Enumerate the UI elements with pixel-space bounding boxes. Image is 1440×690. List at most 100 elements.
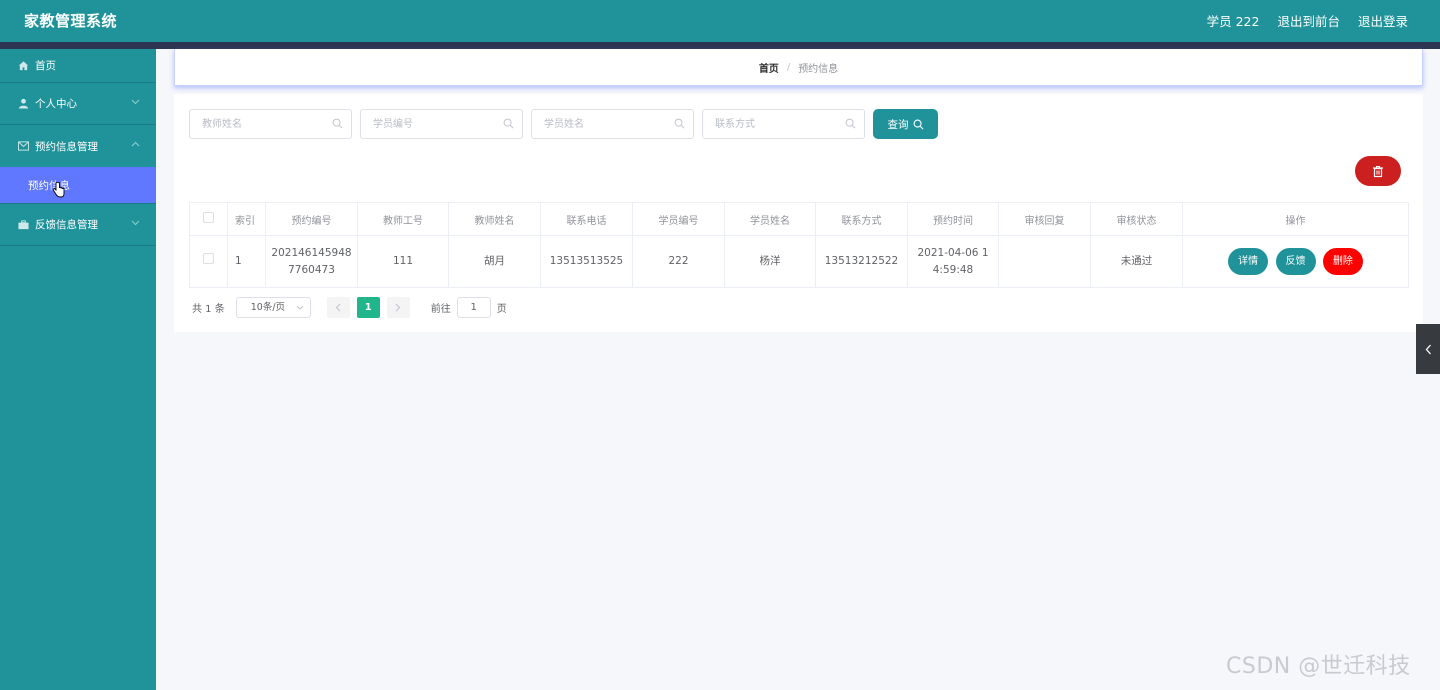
contact-search — [702, 109, 865, 139]
cell-phone: 13513513525 — [540, 235, 633, 288]
user-icon — [18, 98, 29, 109]
page-number-active[interactable]: 1 — [356, 297, 380, 318]
column-header: 审核状态 — [1090, 202, 1183, 236]
feedback-button[interactable]: 反馈 — [1275, 248, 1316, 275]
detail-button[interactable]: 详情 — [1228, 248, 1269, 275]
main-panel: 查询 索引 预约编号 教师工号 教师姓名 联系电话 学员编 — [174, 94, 1423, 332]
column-header: 教师工号 — [357, 202, 449, 236]
cell-teacher-name: 胡月 — [448, 235, 541, 288]
side-collapse-tab[interactable] — [1416, 324, 1440, 374]
student-name-search — [531, 109, 694, 139]
teacher-name-search — [189, 109, 352, 139]
search-icon — [503, 118, 514, 129]
student-id-input[interactable] — [361, 110, 522, 138]
breadcrumb: 首页 / 预约信息 — [174, 49, 1423, 86]
chevron-down-icon — [131, 219, 140, 229]
app-title: 家教管理系统 — [24, 12, 118, 30]
total-count: 共 1 条 — [192, 304, 225, 315]
cell-teacher-id: 111 — [357, 235, 449, 288]
teacher-name-input[interactable] — [190, 110, 351, 138]
trash-icon — [1373, 165, 1383, 177]
booking-no-line1: 202146145948 — [271, 246, 352, 259]
search-icon — [332, 118, 343, 129]
cell-student-name: 杨洋 — [724, 235, 816, 288]
sidebar-item-label: 反馈信息管理 — [35, 219, 98, 231]
row-checkbox[interactable] — [203, 253, 214, 264]
sidebar-subitem-booking-info[interactable]: 预约信息 — [0, 167, 156, 204]
pagination: 共 1 条 10条/页 1 前往 页 — [192, 297, 507, 318]
sidebar-item-personal-center[interactable]: 个人中心 — [0, 83, 156, 125]
query-button-label: 查询 — [887, 118, 909, 131]
booking-table: 索引 预约编号 教师工号 教师姓名 联系电话 学员编号 学员姓名 联系方式 预约… — [189, 202, 1409, 288]
goto-suffix: 页 — [496, 304, 507, 315]
column-header: 索引 — [227, 202, 266, 236]
user-label: 学员 222 — [1206, 14, 1260, 29]
mail-icon — [18, 141, 29, 152]
sidebar-item-label: 首页 — [35, 60, 56, 72]
select-all-cell — [189, 202, 228, 236]
table-row: 1 202146145948 7760473 111 胡月 1351351352… — [189, 235, 1409, 288]
top-header: 家教管理系统 学员 222 退出到前台 退出登录 — [0, 0, 1440, 42]
cell-index: 1 — [227, 235, 266, 288]
chevron-left-icon — [1425, 344, 1431, 354]
row-select-cell — [189, 235, 228, 288]
hand-cursor-icon — [52, 181, 65, 202]
column-header: 审核回复 — [998, 202, 1091, 236]
table-header-row: 索引 预约编号 教师工号 教师姓名 联系电话 学员编号 学员姓名 联系方式 预约… — [189, 202, 1409, 236]
watermark: CSDN @世迁科技 — [1226, 654, 1411, 679]
cell-booking-no: 202146145948 7760473 — [265, 235, 358, 288]
briefcase-icon — [18, 219, 29, 230]
student-name-input[interactable] — [532, 110, 693, 138]
chevron-down-icon — [296, 298, 304, 324]
column-header: 操作 — [1182, 202, 1409, 236]
booking-no-line2: 7760473 — [288, 263, 335, 276]
contact-input[interactable] — [703, 110, 864, 138]
chevron-down-icon — [131, 98, 140, 108]
chevron-left-icon — [335, 303, 341, 312]
logout-link[interactable]: 退出登录 — [1358, 11, 1408, 30]
breadcrumb-home[interactable]: 首页 — [759, 60, 779, 75]
column-header: 学员编号 — [632, 202, 725, 236]
chevron-right-icon — [395, 303, 401, 312]
delete-button[interactable]: 删除 — [1322, 248, 1363, 275]
search-bar: 查询 — [189, 109, 938, 139]
home-icon — [18, 60, 29, 71]
breadcrumb-separator: / — [786, 61, 791, 73]
back-to-front-link[interactable]: 退出到前台 — [1277, 11, 1340, 30]
batch-delete-button[interactable] — [1355, 156, 1401, 186]
header-links: 学员 222 退出到前台 退出登录 — [1207, 11, 1408, 30]
booking-time-line1: 2021-04-06 1 — [917, 246, 989, 259]
cell-booking-time: 2021-04-06 1 4:59:48 — [907, 235, 999, 288]
sidebar-item-home[interactable]: 首页 — [0, 49, 156, 83]
cell-student-id: 222 — [632, 235, 725, 288]
page-size-value: 10条/页 — [250, 302, 286, 313]
student-id-search — [360, 109, 523, 139]
breadcrumb-current: 预约信息 — [798, 63, 839, 75]
sidebar-item-label: 个人中心 — [35, 98, 77, 110]
next-page-button[interactable] — [386, 297, 410, 318]
column-header: 学员姓名 — [724, 202, 816, 236]
cell-contact: 13513212522 — [815, 235, 908, 288]
chevron-up-icon — [131, 140, 140, 150]
booking-time-line2: 4:59:48 — [932, 263, 974, 276]
select-all-checkbox[interactable] — [203, 212, 214, 223]
search-icon — [913, 119, 923, 129]
query-button[interactable]: 查询 — [873, 109, 938, 139]
column-header: 预约编号 — [265, 202, 358, 236]
cell-review-status: 未通过 — [1090, 235, 1183, 288]
sidebar: 首页 个人中心 预约信息管理 预约信息 反馈信息管理 — [0, 49, 156, 690]
prev-page-button[interactable] — [326, 297, 350, 318]
cell-review-reply — [998, 235, 1091, 288]
page-size-select[interactable]: 10条/页 — [235, 297, 311, 318]
column-header: 预约时间 — [907, 202, 999, 236]
search-icon — [674, 118, 685, 129]
goto-page-input[interactable] — [456, 297, 491, 318]
goto-label: 前往 — [430, 304, 451, 315]
cell-actions: 详情 反馈 删除 — [1182, 235, 1409, 288]
sidebar-item-booking-management[interactable]: 预约信息管理 — [0, 125, 156, 167]
sidebar-item-feedback-management[interactable]: 反馈信息管理 — [0, 204, 156, 246]
column-header: 联系电话 — [540, 202, 633, 236]
sidebar-item-label: 预约信息管理 — [35, 140, 98, 153]
column-header: 教师姓名 — [448, 202, 541, 236]
header-divider — [0, 42, 1440, 49]
